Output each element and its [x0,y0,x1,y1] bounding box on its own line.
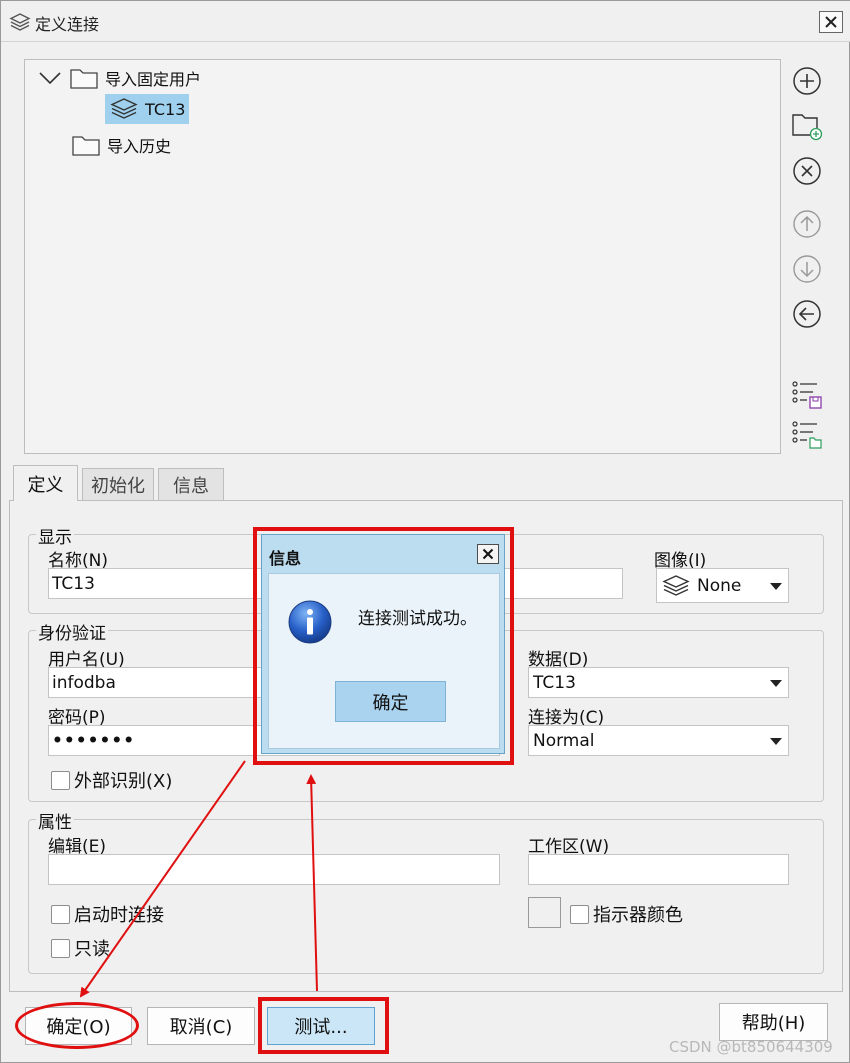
tab-define[interactable]: 定义 [13,465,78,501]
define-connection-window: 定义连接 导入固定用户 TC13 导入历史 定义 初始化 信息 显示 名称(N)… [0,0,850,1063]
annotation-arrows [79,760,318,998]
watermark: CSDN @bt850644309 [669,1038,833,1056]
